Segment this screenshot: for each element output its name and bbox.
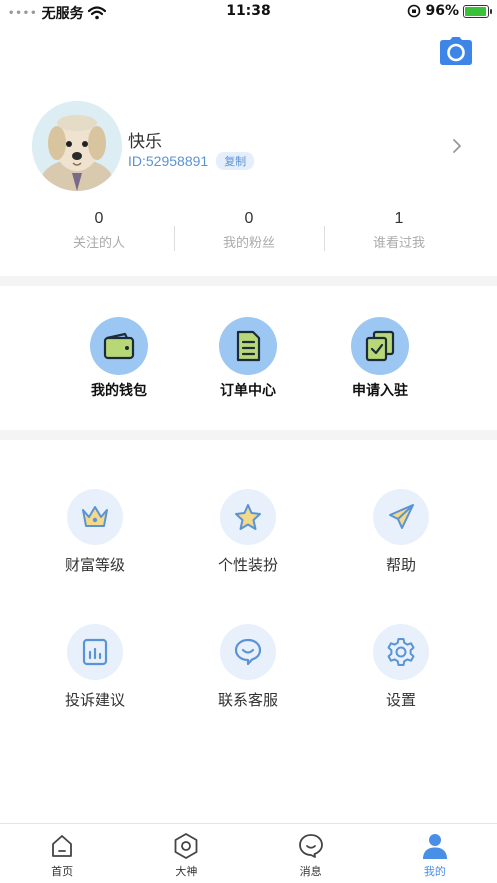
chat-icon: [220, 624, 276, 680]
stat-visitors[interactable]: 1 谁看过我: [324, 208, 474, 256]
crown-icon: [67, 489, 123, 545]
stat-label: 关注的人: [72, 236, 125, 251]
user-id-row: ID:52958891 复制: [128, 152, 255, 170]
apply-settle-button[interactable]: 申请入驻: [325, 317, 435, 400]
user-icon: [421, 832, 449, 860]
wallet-button[interactable]: 我的钱包: [64, 317, 174, 400]
camera-icon: [440, 37, 472, 65]
section-divider: [0, 430, 497, 440]
help-button[interactable]: 帮助: [341, 489, 461, 575]
menu-label: 投诉建议: [64, 691, 125, 709]
menu-label: 联系客服: [217, 691, 278, 709]
order-center-button[interactable]: 订单中心: [193, 317, 303, 400]
tab-messages[interactable]: 消息: [249, 824, 373, 883]
dress-up-button[interactable]: 个性装扮: [188, 489, 308, 575]
section-divider: [0, 276, 497, 286]
battery-level: [465, 6, 487, 16]
tab-label: 大神: [175, 865, 198, 878]
camera-button[interactable]: [439, 36, 473, 66]
feature-label: 申请入驻: [352, 383, 408, 399]
customer-service-button[interactable]: 联系客服: [188, 624, 308, 710]
tab-home[interactable]: 首页: [0, 824, 124, 883]
paper-plane-icon: [373, 489, 429, 545]
stat-label: 谁看过我: [372, 236, 425, 251]
stat-fans[interactable]: 0 我的粉丝: [174, 208, 324, 256]
hexagon-icon: [172, 832, 200, 860]
rotation-lock-icon: [408, 4, 421, 18]
menu-label: 帮助: [385, 556, 416, 574]
battery-percent: 96%: [425, 3, 459, 19]
status-bar: •••• 无服务 11:38 96%: [0, 0, 497, 24]
nickname: 快乐: [128, 132, 162, 152]
feature-label: 我的钱包: [91, 383, 147, 399]
message-icon: [297, 832, 325, 860]
apply-icon: [351, 317, 409, 375]
stat-value: 1: [394, 210, 404, 227]
stat-value: 0: [244, 210, 254, 227]
stat-value: 0: [94, 210, 104, 227]
stat-following[interactable]: 0 关注的人: [24, 208, 174, 256]
status-right: 96%: [407, 3, 492, 19]
stats-row: 0 关注的人 0 我的粉丝 1 谁看过我: [24, 208, 474, 256]
tab-bar: 首页 大神 消息 我的: [0, 823, 497, 883]
battery-icon: [463, 4, 492, 18]
chevron-right-icon[interactable]: [451, 137, 463, 155]
menu-label: 设置: [385, 691, 416, 709]
tab-mine[interactable]: 我的: [373, 824, 497, 883]
menu-label: 个性装扮: [217, 556, 278, 574]
tab-label: 首页: [51, 865, 74, 878]
user-id: ID:52958891: [128, 153, 209, 169]
home-icon: [48, 832, 76, 860]
order-list-icon: [219, 317, 277, 375]
gear-icon: [373, 624, 429, 680]
menu-label: 财富等级: [64, 556, 125, 574]
avatar-image: [32, 101, 122, 191]
copy-id-button[interactable]: 复制: [216, 152, 255, 170]
tab-label: 我的: [423, 865, 446, 878]
stat-label: 我的粉丝: [222, 236, 275, 251]
chart-icon: [67, 624, 123, 680]
wallet-icon: [90, 317, 148, 375]
wealth-level-button[interactable]: 财富等级: [35, 489, 155, 575]
settings-button[interactable]: 设置: [341, 624, 461, 710]
star-icon: [220, 489, 276, 545]
avatar[interactable]: [32, 101, 122, 191]
tab-label: 消息: [299, 865, 322, 878]
feature-label: 订单中心: [220, 383, 276, 399]
tab-masters[interactable]: 大神: [124, 824, 248, 883]
complaint-button[interactable]: 投诉建议: [35, 624, 155, 710]
